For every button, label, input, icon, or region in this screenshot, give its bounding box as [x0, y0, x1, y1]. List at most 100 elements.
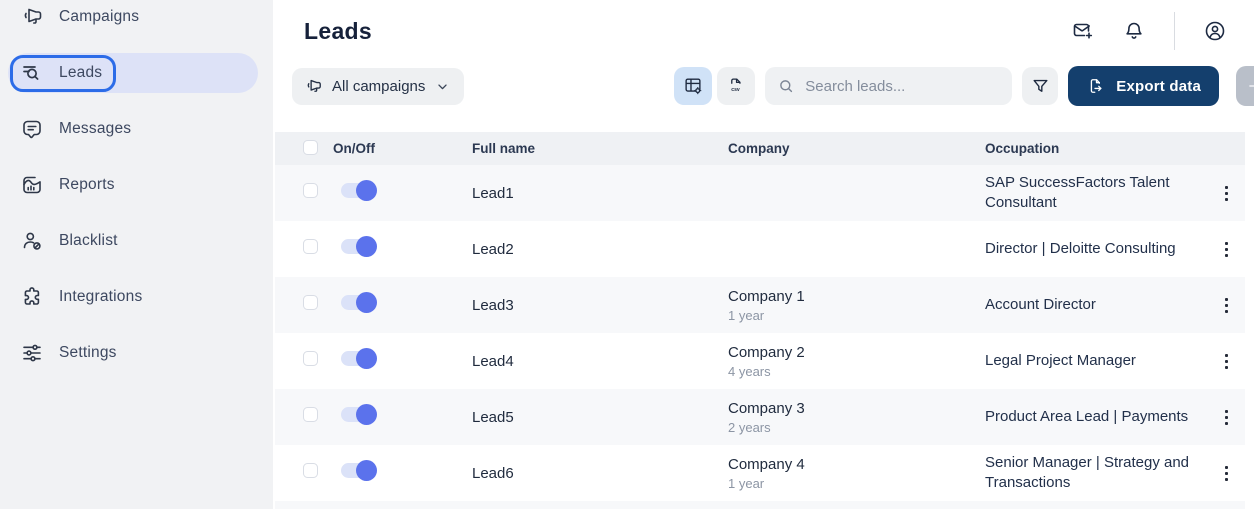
table-row-partial [275, 501, 1245, 509]
file-export-icon [1086, 76, 1106, 96]
search-icon [777, 77, 796, 96]
table-settings-icon [682, 75, 704, 97]
lead-name: Lead3 [472, 296, 514, 314]
sidebar-item-settings[interactable]: Settings [0, 325, 273, 381]
select-all-checkbox[interactable] [303, 139, 318, 155]
row-menu-cell [1221, 350, 1245, 373]
sidebar-nav: Campaigns Leads Messages Reports Blackli… [0, 0, 273, 381]
sidebar-item-messages[interactable]: Messages [0, 101, 273, 157]
company-cell: Company 2 4 years [728, 344, 985, 379]
onoff-toggle[interactable] [341, 348, 377, 369]
row-menu-button[interactable] [1221, 350, 1232, 373]
row-toggle-cell [333, 292, 472, 315]
sidebar: Campaigns Leads Messages Reports Blackli… [0, 0, 273, 509]
toolbar-right: csv Search leads... Export data [674, 66, 1254, 106]
table-row: Lead2 Director | Deloitte Consulting [275, 221, 1245, 277]
row-checkbox[interactable] [303, 295, 318, 310]
sidebar-item-campaigns[interactable]: Campaigns [0, 0, 273, 45]
main-content: Leads All campaigns csv Search leads... … [273, 0, 1254, 509]
sidebar-item-integrations[interactable]: Integrations [0, 269, 273, 325]
lead-name: Lead4 [472, 352, 514, 370]
row-checkbox-cell [275, 351, 333, 371]
onoff-toggle[interactable] [341, 460, 377, 481]
sidebar-item-label: Messages [59, 120, 132, 137]
sidebar-item-blacklist[interactable]: Blacklist [0, 213, 273, 269]
table-row: Lead4 Company 2 4 years Legal Project Ma… [275, 333, 1245, 389]
row-checkbox[interactable] [303, 351, 318, 366]
sidebar-item-leads[interactable]: Leads [0, 45, 273, 101]
export-data-button[interactable]: Export data [1068, 66, 1219, 106]
plus-icon [1245, 75, 1254, 97]
bell-icon [1122, 19, 1146, 43]
toggle-knob [356, 348, 377, 369]
sidebar-item-reports[interactable]: Reports [0, 157, 273, 213]
toggle-knob [356, 236, 377, 257]
lead-name: Lead5 [472, 408, 514, 426]
row-checkbox-cell [275, 463, 333, 483]
onoff-toggle[interactable] [341, 292, 377, 313]
column-header-occupation: Occupation [985, 141, 1060, 156]
company-name: Company 3 [728, 399, 805, 417]
occupation: Account Director [985, 296, 1096, 314]
toolbar: All campaigns csv Search leads... Export… [273, 66, 1254, 106]
notifications-button[interactable] [1122, 19, 1146, 43]
column-header-fullname: Full name [472, 141, 536, 156]
sidebar-item-label: Integrations [59, 288, 143, 305]
onoff-toggle[interactable] [341, 236, 377, 257]
sidebar-item-label: Leads [59, 64, 103, 81]
row-checkbox-cell [275, 183, 333, 203]
chat-icon [20, 117, 44, 141]
row-menu-cell [1221, 294, 1245, 317]
mail-plus-icon [1070, 19, 1094, 43]
occupation: Senior Manager | Strategy and Transactio… [985, 454, 1190, 491]
onoff-toggle[interactable] [341, 180, 377, 201]
toggle-knob [356, 292, 377, 313]
table-view-button[interactable] [674, 67, 713, 105]
csv-view-button[interactable]: csv [717, 67, 756, 105]
toggle-knob [356, 460, 377, 481]
row-toggle-cell [333, 460, 472, 483]
row-checkbox[interactable] [303, 463, 318, 478]
row-checkbox[interactable] [303, 239, 318, 254]
row-menu-cell [1221, 238, 1245, 261]
company-tenure: 1 year [728, 307, 765, 323]
company-name: Company 1 [728, 287, 805, 305]
company-cell [728, 248, 985, 251]
csv-file-icon: csv [725, 75, 747, 97]
row-menu-button[interactable] [1221, 406, 1232, 429]
company-tenure: 4 years [728, 363, 771, 379]
row-menu-button[interactable] [1221, 462, 1232, 485]
add-lead-button[interactable] [1236, 66, 1254, 106]
leads-table: On/Off Full name Company Occupation Lead… [275, 132, 1245, 509]
campaign-filter-dropdown[interactable]: All campaigns [292, 67, 465, 105]
occupation: SAP SuccessFactors Talent Consultant [985, 174, 1170, 211]
row-toggle-cell [333, 236, 472, 259]
csv-label: csv [732, 87, 741, 93]
topbar-divider [1174, 12, 1175, 50]
row-menu-button[interactable] [1221, 294, 1232, 317]
search-box [765, 67, 1013, 105]
lead-name: Lead2 [472, 240, 514, 258]
row-checkbox-cell [275, 407, 333, 427]
row-checkbox[interactable] [303, 183, 318, 198]
profile-button[interactable] [1203, 19, 1227, 43]
new-message-button[interactable] [1070, 19, 1094, 43]
company-cell: Company 3 2 years [728, 400, 985, 435]
row-toggle-cell [333, 180, 472, 203]
sidebar-item-label: Reports [59, 176, 115, 193]
puzzle-icon [20, 285, 44, 309]
column-header-company: Company [728, 141, 790, 156]
row-menu-button[interactable] [1221, 238, 1232, 261]
row-menu-button[interactable] [1221, 182, 1232, 205]
row-menu-cell [1221, 462, 1245, 485]
onoff-toggle[interactable] [341, 404, 377, 425]
company-cell: Company 4 1 year [728, 456, 985, 491]
megaphone-icon [20, 5, 44, 29]
row-menu-cell [1221, 406, 1245, 429]
row-checkbox[interactable] [303, 407, 318, 422]
view-toggle-group: csv [674, 67, 756, 105]
filter-button[interactable] [1022, 67, 1059, 105]
search-input[interactable] [805, 77, 1005, 95]
user-block-icon [20, 229, 44, 253]
row-menu-cell [1221, 182, 1245, 205]
